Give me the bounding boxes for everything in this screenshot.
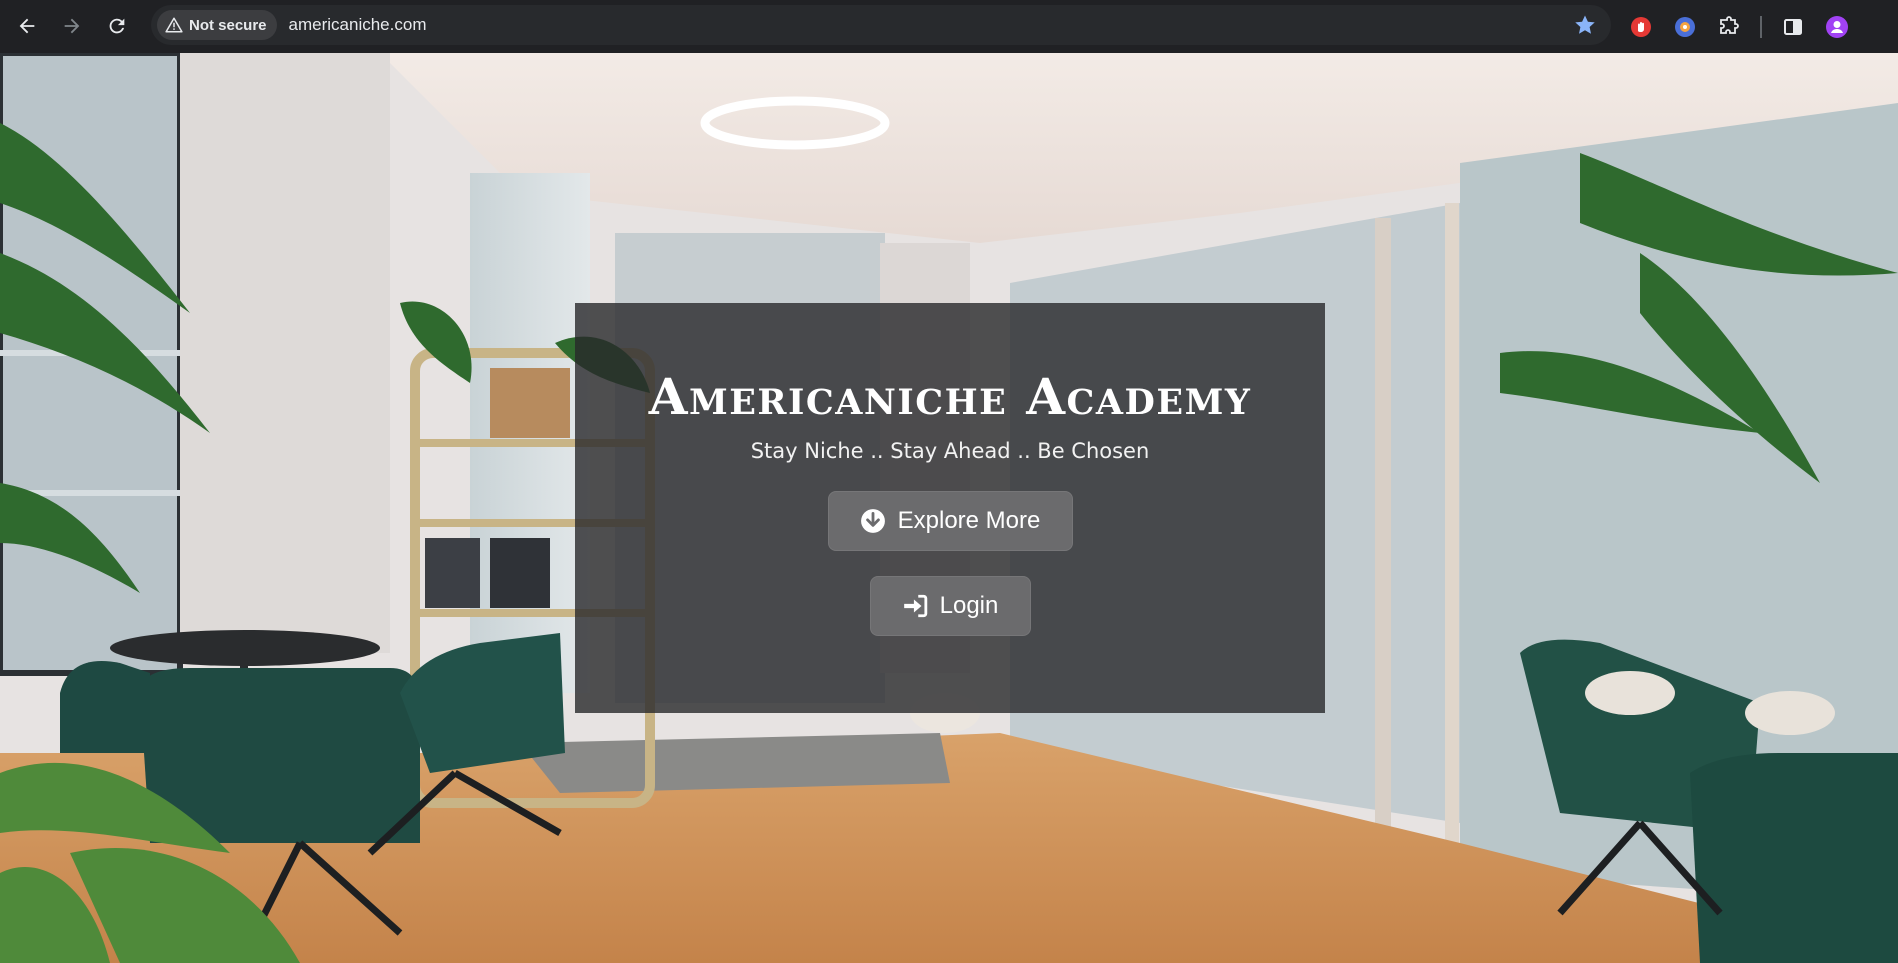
warning-triangle-icon xyxy=(165,17,183,33)
avatar-icon xyxy=(1826,15,1848,38)
extensions-area xyxy=(1622,0,1856,53)
reload-icon xyxy=(109,18,125,34)
extension-shield-button[interactable] xyxy=(1666,8,1704,46)
back-button[interactable] xyxy=(5,4,49,48)
sign-in-icon xyxy=(903,594,927,618)
explore-more-button[interactable]: Explore More xyxy=(827,491,1073,551)
extension-stop-button[interactable] xyxy=(1622,8,1660,46)
browser-toolbar: Not secure americaniche.com xyxy=(0,0,1898,53)
address-bar[interactable]: Not secure americaniche.com xyxy=(151,5,1611,45)
hand-stop-icon xyxy=(1631,16,1651,37)
page-title: Americaniche Academy xyxy=(648,367,1252,426)
login-label: Login xyxy=(939,592,999,619)
security-indicator[interactable]: Not secure xyxy=(157,10,277,40)
explore-more-label: Explore More xyxy=(897,507,1041,534)
forward-button[interactable] xyxy=(50,4,94,48)
security-label: Not secure xyxy=(189,16,267,34)
url-text[interactable]: americaniche.com xyxy=(289,15,427,35)
shield-eye-icon xyxy=(1675,16,1695,37)
star-icon[interactable] xyxy=(1573,13,1597,37)
puzzle-icon xyxy=(1720,15,1739,34)
reload-button[interactable] xyxy=(95,4,139,48)
arrow-down-circle-icon xyxy=(860,509,885,533)
hero-tagline: Stay Niche .. Stay Ahead .. Be Chosen xyxy=(750,439,1150,463)
side-panel-icon xyxy=(1784,18,1802,35)
arrow-right-icon xyxy=(64,18,80,34)
side-panel-button[interactable] xyxy=(1774,8,1812,46)
page-viewport: Americaniche Academy Stay Niche .. Stay … xyxy=(0,53,1898,963)
arrow-left-icon xyxy=(19,18,35,34)
login-button[interactable]: Login xyxy=(869,576,1031,636)
profile-button[interactable] xyxy=(1818,8,1856,46)
hero-panel: Americaniche Academy Stay Niche .. Stay … xyxy=(575,303,1325,713)
toolbar-divider xyxy=(1760,15,1762,38)
extensions-menu-button[interactable] xyxy=(1710,8,1748,46)
